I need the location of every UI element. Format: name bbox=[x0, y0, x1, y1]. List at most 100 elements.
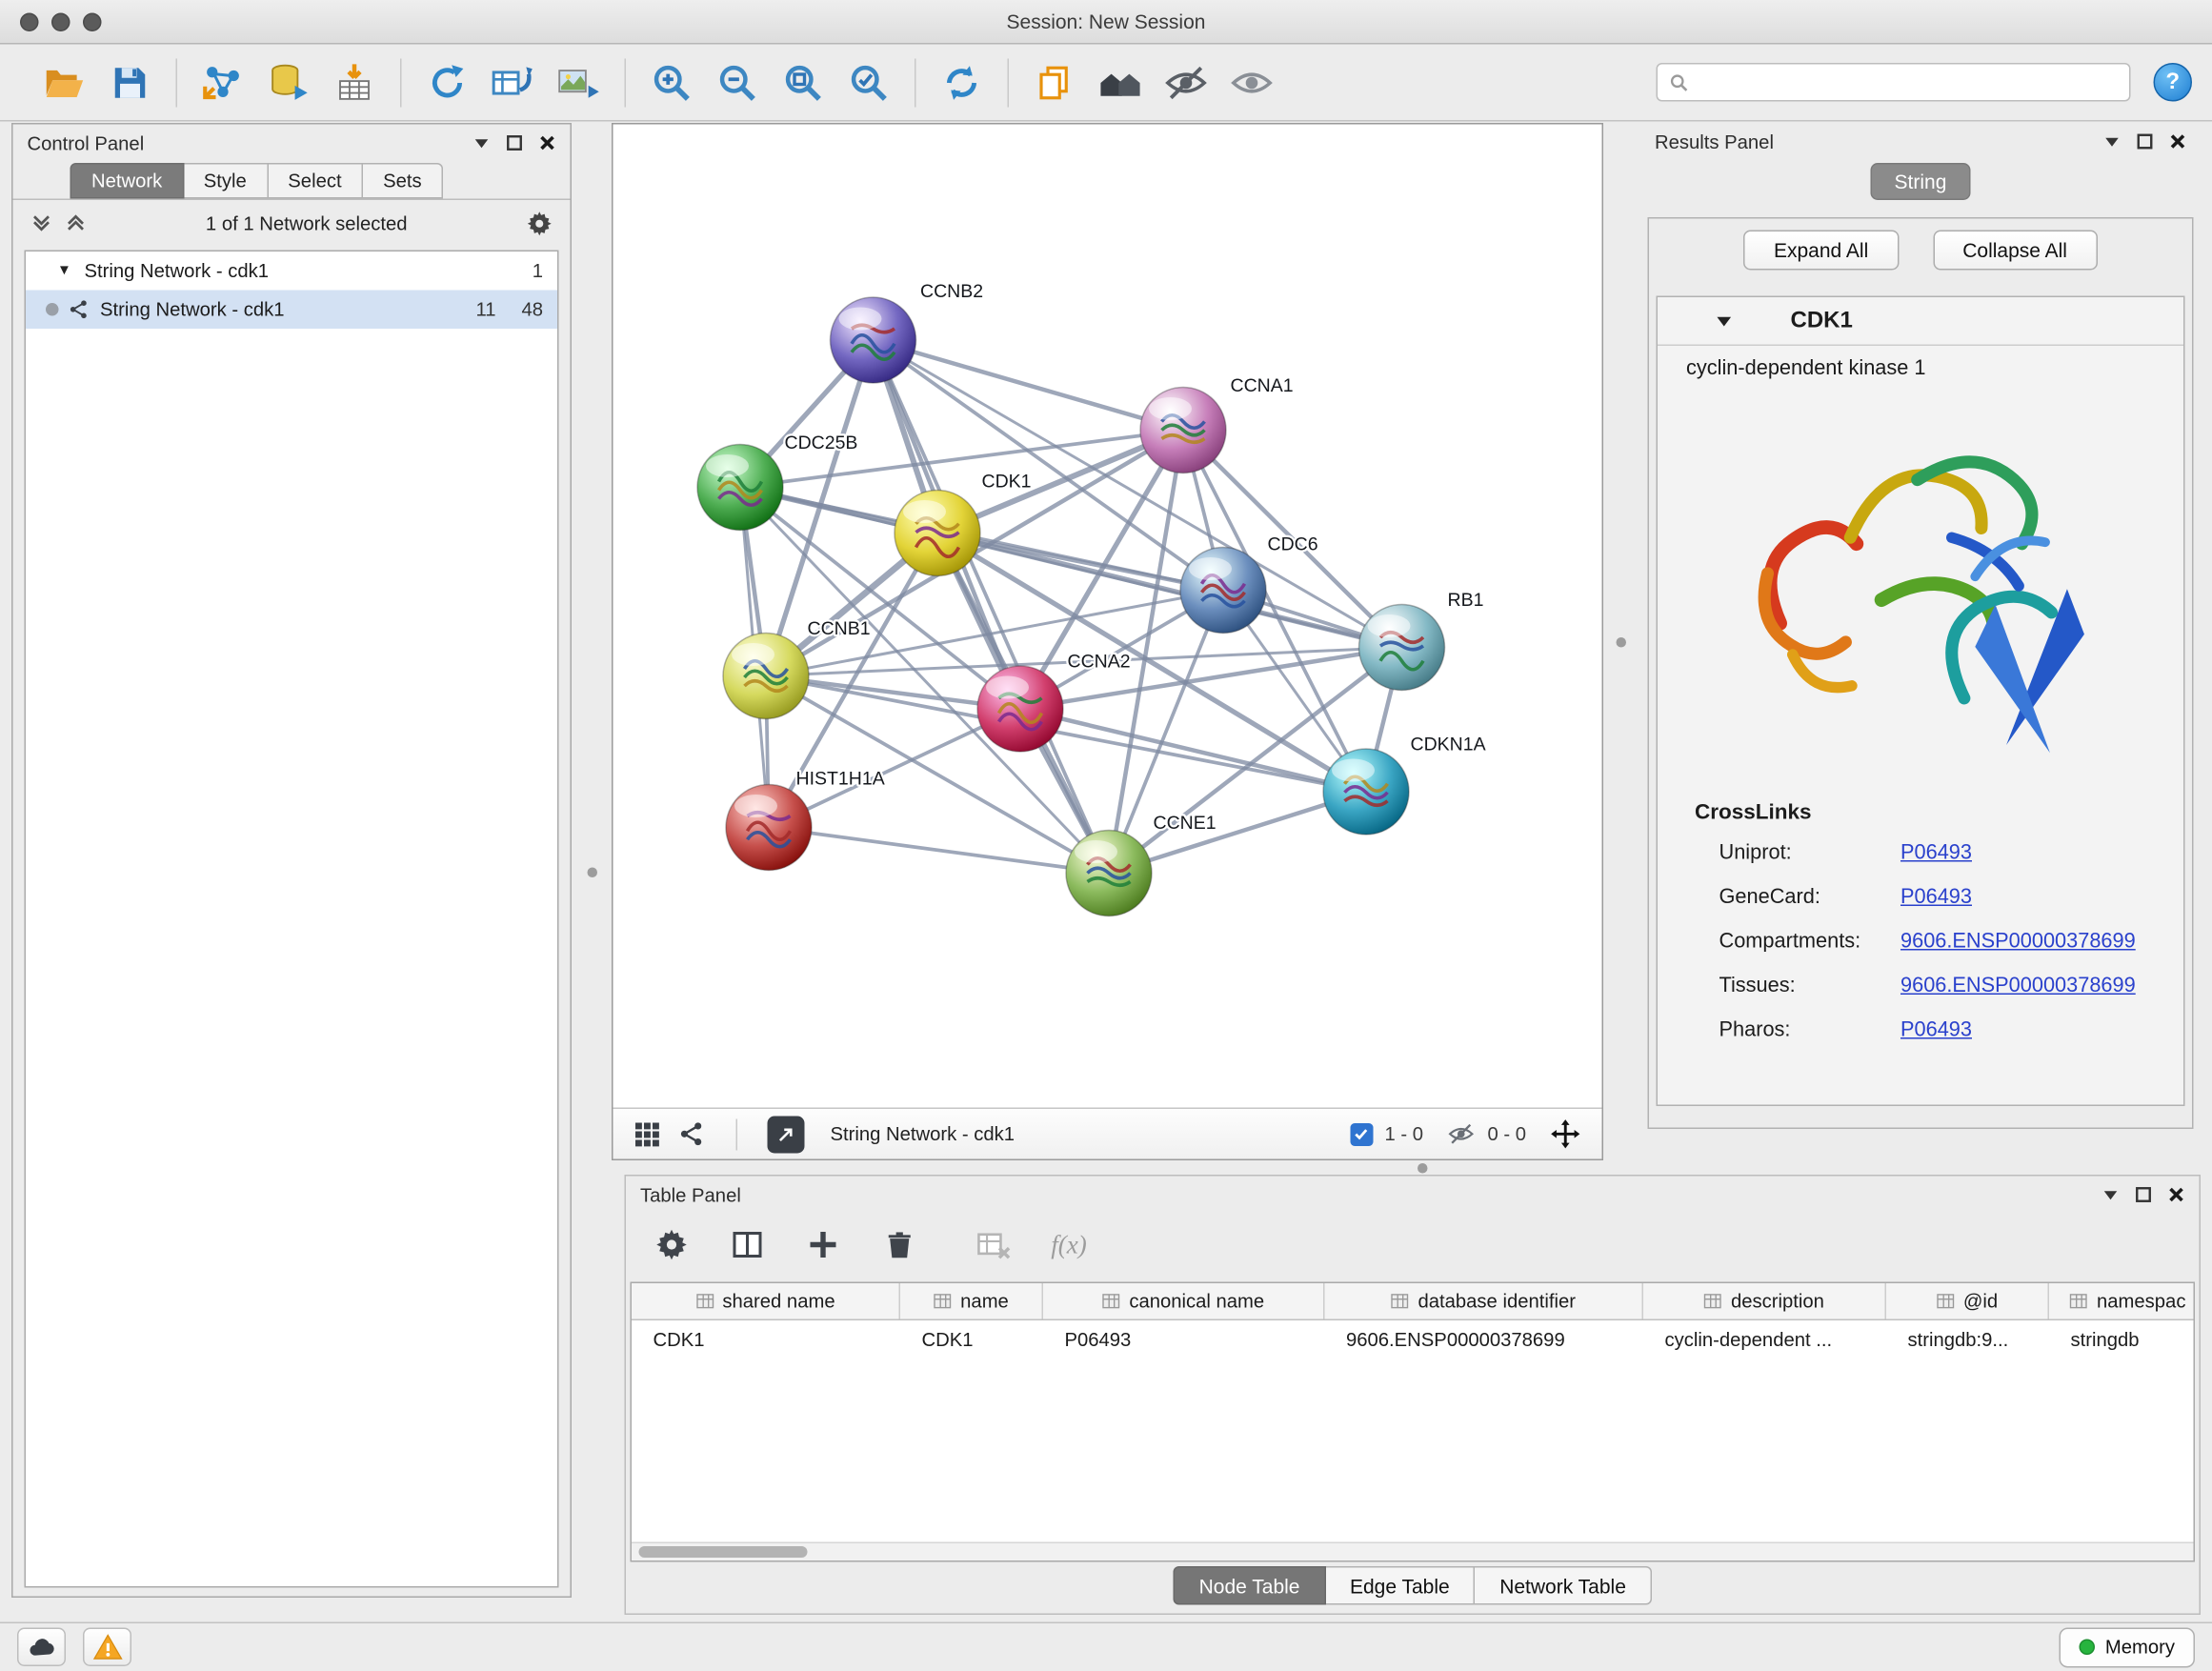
function-builder-button[interactable]: f(x) bbox=[1043, 1220, 1095, 1269]
copy-button[interactable] bbox=[1022, 50, 1088, 113]
close-panel-icon[interactable] bbox=[2168, 1186, 2185, 1203]
search-input[interactable] bbox=[1698, 71, 2118, 93]
network-options-gear-icon[interactable] bbox=[526, 210, 553, 237]
network-node-ccnb1[interactable] bbox=[723, 634, 809, 719]
uniprot-link[interactable]: P06493 bbox=[1900, 841, 1972, 864]
import-network-file-button[interactable] bbox=[191, 50, 256, 113]
network-node-rb1[interactable] bbox=[1359, 605, 1445, 691]
network-node-ccna2[interactable] bbox=[977, 666, 1063, 752]
scrollbar-thumb[interactable] bbox=[639, 1546, 808, 1558]
export-image-button[interactable] bbox=[546, 50, 612, 113]
network-node-ccnb2[interactable] bbox=[831, 297, 916, 383]
zoom-selected-button[interactable] bbox=[836, 50, 902, 113]
grid-view-icon[interactable] bbox=[633, 1119, 662, 1148]
network-graph[interactable]: CCNB2CCNA1CDC25BCDK1CDC6RB1CCNB1CCNA2CDK… bbox=[613, 125, 1602, 1108]
import-network-database-button[interactable] bbox=[256, 50, 322, 113]
zoom-window-button[interactable] bbox=[83, 12, 102, 31]
collapse-all-button[interactable]: Collapse All bbox=[1933, 231, 2098, 271]
network-edge[interactable] bbox=[874, 340, 1184, 431]
tree-row-collection[interactable]: ▼ String Network - cdk1 1 bbox=[26, 252, 557, 291]
right-splitter-handle[interactable] bbox=[1617, 637, 1627, 648]
selected-items-checkbox[interactable] bbox=[1350, 1122, 1373, 1145]
tree-row-network[interactable]: String Network - cdk1 11 48 bbox=[26, 291, 557, 330]
show-annotations-button[interactable] bbox=[1219, 50, 1285, 113]
panel-menu-icon[interactable] bbox=[2102, 1186, 2120, 1203]
column-header-canonical-name[interactable]: canonical name bbox=[1043, 1283, 1325, 1319]
import-table-button[interactable] bbox=[322, 50, 388, 113]
network-overview-icon[interactable] bbox=[679, 1120, 707, 1148]
network-node-ccne1[interactable] bbox=[1066, 831, 1152, 916]
disclosure-triangle-icon[interactable]: ▼ bbox=[57, 263, 74, 279]
table-row[interactable]: CDK1 CDK1 P06493 9606.ENSP00000378699 cy… bbox=[632, 1320, 2194, 1359]
cell-database-identifier[interactable]: 9606.ENSP00000378699 bbox=[1325, 1320, 1644, 1359]
clear-table-button[interactable] bbox=[968, 1220, 1019, 1269]
cell-canonical-name[interactable]: P06493 bbox=[1043, 1320, 1325, 1359]
network-node-cdc25b[interactable] bbox=[697, 445, 783, 531]
network-canvas[interactable]: CCNB2CCNA1CDC25BCDK1CDC6RB1CCNB1CCNA2CDK… bbox=[613, 125, 1602, 1108]
genecard-link[interactable]: P06493 bbox=[1900, 885, 1972, 908]
table-settings-button[interactable] bbox=[646, 1220, 697, 1269]
tab-network-table[interactable]: Network Table bbox=[1476, 1566, 1652, 1605]
help-button[interactable]: ? bbox=[2154, 63, 2193, 102]
cell-namespace[interactable]: stringdb bbox=[2049, 1320, 2195, 1359]
delete-column-button[interactable] bbox=[874, 1220, 925, 1269]
network-node-cdk1[interactable] bbox=[895, 491, 980, 576]
close-panel-icon[interactable] bbox=[2169, 133, 2186, 151]
tab-network[interactable]: Network bbox=[70, 163, 184, 199]
section-collapse-icon[interactable] bbox=[1715, 312, 1734, 331]
network-node-cdkn1a[interactable] bbox=[1323, 749, 1409, 835]
network-node-ccna1[interactable] bbox=[1140, 388, 1226, 473]
tab-style[interactable]: Style bbox=[184, 163, 269, 199]
float-panel-icon[interactable] bbox=[2137, 133, 2154, 151]
cell-id[interactable]: stringdb:9... bbox=[1886, 1320, 2049, 1359]
tab-edge-table[interactable]: Edge Table bbox=[1325, 1566, 1475, 1605]
tab-sets[interactable]: Sets bbox=[363, 163, 443, 199]
expand-all-button[interactable]: Expand All bbox=[1743, 231, 1898, 271]
close-panel-icon[interactable] bbox=[539, 134, 556, 151]
column-header-database-identifier[interactable]: database identifier bbox=[1325, 1283, 1644, 1319]
close-window-button[interactable] bbox=[20, 12, 39, 31]
cloud-status-button[interactable] bbox=[17, 1628, 66, 1667]
cell-name[interactable]: CDK1 bbox=[900, 1320, 1043, 1359]
panel-menu-icon[interactable] bbox=[473, 134, 491, 151]
network-edge[interactable] bbox=[769, 828, 1109, 874]
zoom-in-button[interactable] bbox=[639, 50, 705, 113]
float-panel-icon[interactable] bbox=[506, 134, 523, 151]
panel-menu-icon[interactable] bbox=[2103, 133, 2121, 151]
open-session-button[interactable] bbox=[31, 50, 97, 113]
column-header-name[interactable]: name bbox=[900, 1283, 1043, 1319]
cell-shared-name[interactable]: CDK1 bbox=[632, 1320, 900, 1359]
home-button[interactable] bbox=[1088, 50, 1154, 113]
minimize-window-button[interactable] bbox=[51, 12, 70, 31]
refresh-view-button[interactable] bbox=[929, 50, 995, 113]
left-splitter-handle[interactable] bbox=[588, 868, 598, 878]
pharos-link[interactable]: P06493 bbox=[1900, 1018, 1972, 1041]
column-header-id[interactable]: @id bbox=[1886, 1283, 2049, 1319]
tab-select[interactable]: Select bbox=[268, 163, 363, 199]
protein-section-header[interactable]: CDK1 bbox=[1658, 297, 2183, 346]
warnings-button[interactable] bbox=[83, 1628, 131, 1667]
expand-tree-icon[interactable] bbox=[30, 211, 53, 234]
show-columns-button[interactable] bbox=[722, 1220, 774, 1269]
table-horizontal-scrollbar[interactable] bbox=[632, 1542, 2194, 1561]
hide-annotations-button[interactable] bbox=[1154, 50, 1219, 113]
network-edge[interactable] bbox=[1020, 709, 1366, 792]
tab-node-table[interactable]: Node Table bbox=[1174, 1566, 1326, 1605]
column-header-shared-name[interactable]: shared name bbox=[632, 1283, 900, 1319]
float-panel-icon[interactable] bbox=[2135, 1186, 2152, 1203]
tab-string[interactable]: String bbox=[1870, 163, 1971, 200]
column-header-description[interactable]: description bbox=[1643, 1283, 1886, 1319]
save-session-button[interactable] bbox=[97, 50, 163, 113]
network-edge[interactable] bbox=[874, 340, 1110, 874]
zoom-fit-button[interactable] bbox=[771, 50, 836, 113]
apply-layout-button[interactable] bbox=[414, 50, 480, 113]
collapse-tree-icon[interactable] bbox=[65, 211, 88, 234]
network-node-hist1h1a[interactable] bbox=[726, 785, 812, 871]
zoom-out-button[interactable] bbox=[705, 50, 771, 113]
bottom-splitter-handle[interactable] bbox=[1418, 1163, 1428, 1174]
pan-crosshair-icon[interactable] bbox=[1549, 1117, 1582, 1151]
add-column-button[interactable] bbox=[797, 1220, 849, 1269]
column-header-namespace[interactable]: namespac bbox=[2049, 1283, 2195, 1319]
tissues-link[interactable]: 9606.ENSP00000378699 bbox=[1900, 974, 2136, 997]
memory-button[interactable]: Memory bbox=[2060, 1627, 2195, 1667]
